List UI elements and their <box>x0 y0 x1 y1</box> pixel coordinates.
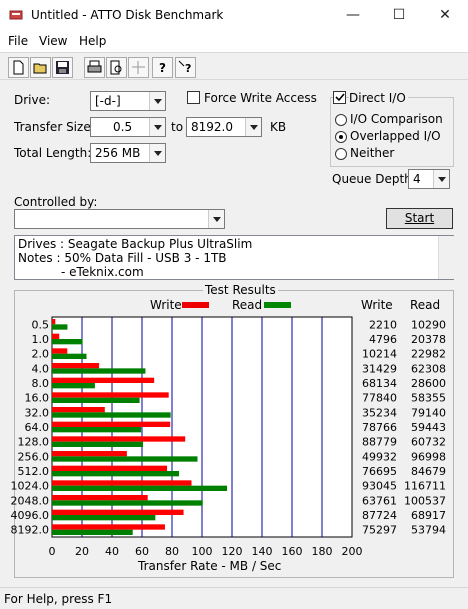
category-label: 1024.0 <box>11 480 50 493</box>
legend-write-label: Write <box>150 298 182 312</box>
write-bar <box>52 495 148 501</box>
read-value: 58355 <box>411 392 446 405</box>
read-value: 100537 <box>404 494 446 507</box>
read-bar <box>52 339 83 345</box>
x-tick-label: 140 <box>252 545 273 558</box>
write-value: 63761 <box>362 494 397 507</box>
write-bar <box>52 377 155 383</box>
x-tick-label: 120 <box>222 545 243 558</box>
category-label: 8192.0 <box>11 524 50 537</box>
write-bar <box>52 509 184 515</box>
x-tick-label: 0 <box>49 545 56 558</box>
legend-read-label: Read <box>232 298 263 312</box>
x-tick-label: 200 <box>342 545 363 558</box>
read-bar <box>52 471 180 477</box>
write-value: 2210 <box>369 318 397 331</box>
write-bar <box>52 392 169 398</box>
read-bar <box>52 485 228 491</box>
write-value: 49932 <box>362 450 397 463</box>
write-bar <box>52 348 68 354</box>
category-label: 256.0 <box>18 450 50 463</box>
write-bar <box>52 363 100 369</box>
x-tick-label: 180 <box>312 545 333 558</box>
read-value: 59443 <box>411 421 446 434</box>
category-label: 4096.0 <box>11 509 50 522</box>
read-bar <box>52 441 144 447</box>
write-bar <box>52 465 168 471</box>
write-value: 31429 <box>362 362 397 375</box>
write-bar <box>52 480 192 486</box>
read-value: 62308 <box>411 362 446 375</box>
read-value: 84679 <box>411 465 446 478</box>
read-bar <box>52 368 146 374</box>
category-label: 512.0 <box>18 465 50 478</box>
write-value: 75297 <box>362 524 397 537</box>
x-axis-label: Transfer Rate - MB / Sec <box>138 559 282 573</box>
read-value: 68917 <box>411 509 446 522</box>
status-bar: For Help, press F1 <box>0 587 468 609</box>
write-value: 78766 <box>362 421 397 434</box>
read-value: 79140 <box>411 406 446 419</box>
write-value: 77840 <box>362 392 397 405</box>
x-tick-label: 80 <box>165 545 179 558</box>
write-value: 93045 <box>362 480 397 493</box>
read-value: 22982 <box>411 348 446 361</box>
results-chart: 0 20 40 60 80 100 120 140 160 180 200 0.5 2210 10290 1… <box>11 316 446 558</box>
x-tick-label: 40 <box>105 545 119 558</box>
write-value: 35234 <box>362 406 397 419</box>
category-label: 4.0 <box>32 362 50 375</box>
write-value: 88779 <box>362 436 397 449</box>
x-tick-label: 160 <box>282 545 303 558</box>
read-value: 10290 <box>411 318 446 331</box>
x-tick-label: 60 <box>135 545 149 558</box>
read-bar <box>52 500 203 506</box>
status-text: For Help, press F1 <box>4 592 113 606</box>
read-value: 20378 <box>411 333 446 346</box>
category-label: 16.0 <box>25 392 50 405</box>
read-bar <box>52 427 142 433</box>
read-value: 96998 <box>411 450 446 463</box>
read-bar <box>52 383 95 389</box>
read-bar <box>52 353 87 359</box>
read-value: 60732 <box>411 436 446 449</box>
write-bar <box>52 319 56 325</box>
read-value: 116711 <box>404 480 446 493</box>
x-tick-label: 100 <box>192 545 213 558</box>
category-label: 2048.0 <box>11 494 50 507</box>
read-bar <box>52 397 140 403</box>
category-label: 1.0 <box>32 333 50 346</box>
legend-read-swatch <box>264 302 291 308</box>
write-bar <box>52 421 171 427</box>
category-label: 2.0 <box>32 348 50 361</box>
write-bar <box>52 436 186 442</box>
write-bar <box>52 407 105 413</box>
read-bar <box>52 324 68 330</box>
read-value: 28600 <box>411 377 446 390</box>
category-label: 8.0 <box>32 377 50 390</box>
read-bar <box>52 412 171 418</box>
write-value: 87724 <box>362 509 397 522</box>
read-bar <box>52 456 198 462</box>
write-value: 4796 <box>369 333 397 346</box>
x-tick-label: 20 <box>75 545 89 558</box>
category-label: 64.0 <box>25 421 50 434</box>
legend-write-swatch <box>182 302 209 308</box>
read-bar <box>52 515 156 521</box>
category-label: 128.0 <box>18 436 50 449</box>
write-bar <box>52 524 165 530</box>
category-label: 32.0 <box>25 406 50 419</box>
read-bar <box>52 529 133 535</box>
write-value: 68134 <box>362 377 397 390</box>
write-column-header: Write <box>361 298 393 312</box>
write-bar <box>52 451 127 457</box>
read-value: 53794 <box>411 524 446 537</box>
write-bar <box>52 333 60 339</box>
read-column-header: Read <box>410 298 441 312</box>
category-label: 0.5 <box>32 318 50 331</box>
write-value: 10214 <box>362 348 397 361</box>
write-value: 76695 <box>362 465 397 478</box>
